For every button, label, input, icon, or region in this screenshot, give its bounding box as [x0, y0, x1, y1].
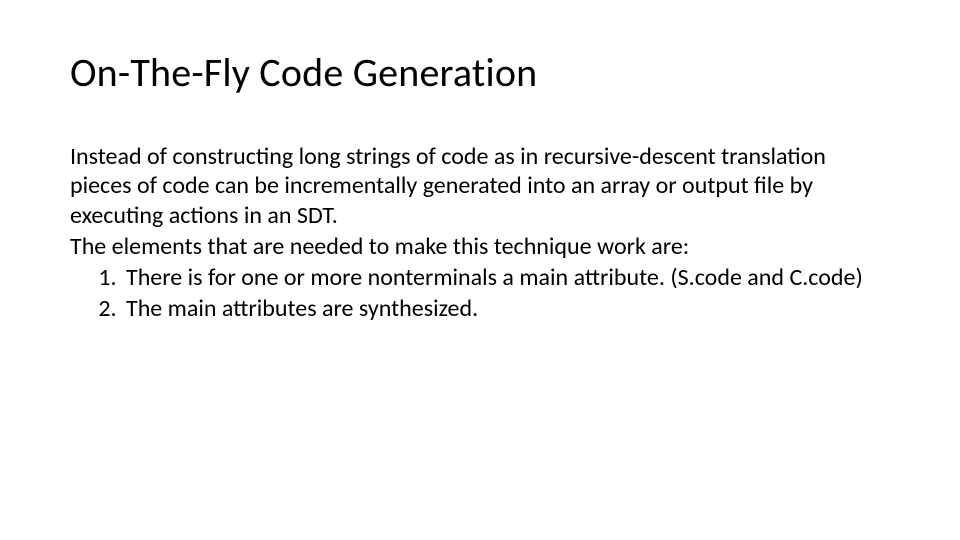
list-item: The main attributes are synthesized.	[122, 294, 890, 323]
slide-body: Instead of constructing long strings of …	[70, 142, 890, 324]
list-item: There is for one or more nonterminals a …	[122, 263, 890, 292]
intro-paragraph: Instead of constructing long strings of …	[70, 142, 890, 230]
list-lead: The elements that are needed to make thi…	[70, 232, 890, 261]
slide: On-The-Fly Code Generation Instead of co…	[0, 0, 960, 540]
slide-title: On-The-Fly Code Generation	[70, 50, 890, 96]
numbered-list: There is for one or more nonterminals a …	[70, 263, 890, 324]
